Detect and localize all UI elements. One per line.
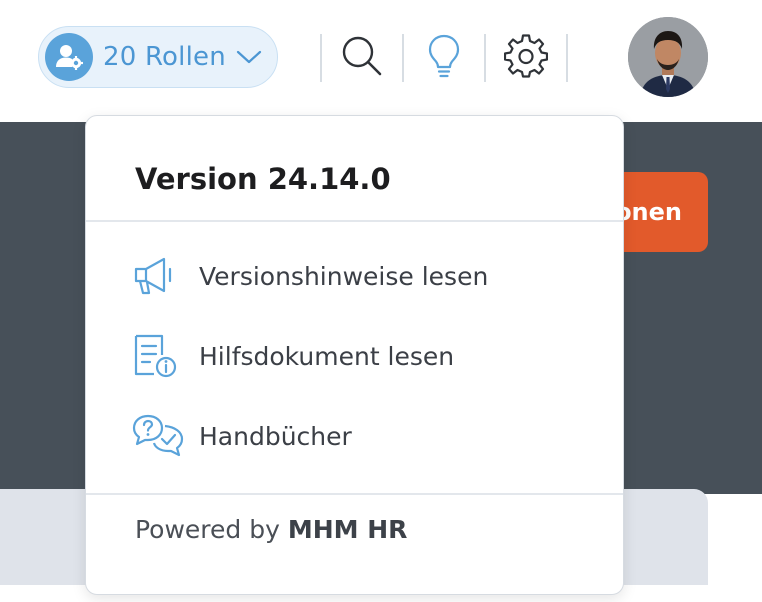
menu-item-release-notes[interactable]: Versionshinweise lesen: [132, 248, 572, 304]
menu-item-manuals[interactable]: Handbücher: [132, 408, 572, 464]
menu-item-label: Handbücher: [199, 421, 352, 451]
chevron-down-icon: [236, 49, 262, 65]
settings-button[interactable]: [501, 32, 551, 84]
brand-name: MHM HR: [287, 515, 408, 544]
version-title: Version 24.14.0: [135, 162, 391, 196]
document-info-icon: [132, 332, 184, 380]
roles-selector-button[interactable]: 20 Rollen: [38, 26, 278, 88]
menu-item-label: Versionshinweise lesen: [199, 261, 489, 291]
help-button[interactable]: [419, 32, 469, 84]
search-button[interactable]: [337, 32, 387, 84]
menu-item-help-document[interactable]: Hilfsdokument lesen: [132, 328, 572, 384]
roles-count-label: 20 Rollen: [103, 42, 226, 72]
toolbar-divider: [320, 34, 322, 82]
search-icon: [340, 34, 384, 82]
powered-by-prefix: Powered by: [135, 515, 280, 544]
user-avatar[interactable]: [628, 17, 708, 97]
help-dropdown: Version 24.14.0 Versionshinweise lesen H…: [85, 115, 624, 595]
primary-action-label: onen: [615, 198, 682, 226]
toolbar-divider: [402, 34, 404, 82]
user-gear-icon: [45, 33, 93, 81]
chat-question-icon: [132, 412, 184, 460]
menu-item-label: Hilfsdokument lesen: [199, 341, 455, 371]
megaphone-icon: [132, 252, 184, 300]
toolbar-divider: [566, 34, 568, 82]
divider: [86, 220, 623, 222]
gear-icon: [503, 34, 549, 82]
toolbar-divider: [484, 34, 486, 82]
lightbulb-icon: [427, 33, 461, 83]
divider: [86, 493, 623, 495]
powered-by-text: Powered by MHM HR: [135, 515, 407, 544]
